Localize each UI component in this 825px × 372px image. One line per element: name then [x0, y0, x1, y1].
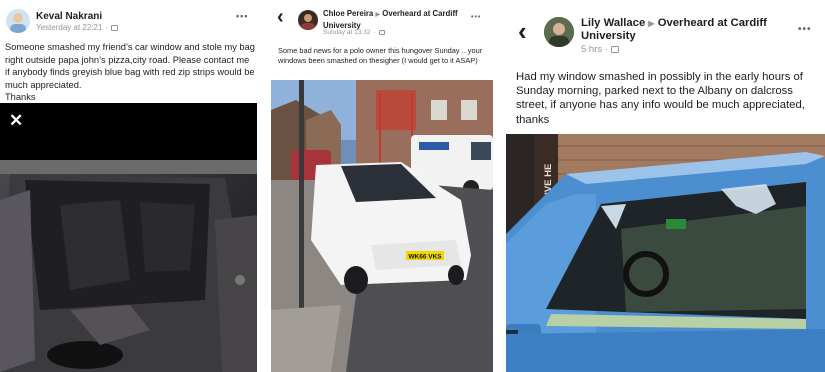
post-card-lily: ‹ Lily Wallace ▶ Overheard at Cardiff Un…: [506, 0, 825, 372]
license-plate-text: WK66 VKS: [408, 254, 442, 261]
street-photo: WK66 VKS: [271, 80, 493, 372]
car-photo: [0, 160, 257, 372]
back-button[interactable]: ‹: [277, 6, 284, 29]
timestamp-link[interactable]: Sunday at 13:32: [323, 29, 370, 36]
close-photo-button[interactable]: ✕: [9, 111, 23, 131]
avatar[interactable]: [298, 10, 318, 30]
post-text: Someone smashed my friend’s car window a…: [5, 42, 255, 102]
timestamp-link[interactable]: Yesterday at 22:21: [36, 23, 102, 32]
car-photo: WATCH THE LIVE HE: [506, 134, 825, 372]
globe-icon: [111, 24, 119, 31]
post-timestamp: 5 hrs ·: [581, 44, 620, 55]
post-header-title: Lily Wallace ▶ Overheard at Cardiff Univ…: [581, 17, 801, 43]
avatar[interactable]: [6, 9, 30, 33]
post-card-chloe: ‹ Chloe Pereira ▶ Overheard at Cardiff U…: [271, 0, 493, 372]
post-timestamp: Yesterday at 22:21 ·: [36, 23, 119, 32]
back-button[interactable]: ‹: [518, 16, 527, 47]
post-text: Some bad news for a polo owner this hung…: [278, 46, 483, 65]
post-timestamp: Sunday at 13:32 ·: [323, 29, 385, 36]
more-options-button[interactable]: •••: [236, 12, 248, 21]
author-name[interactable]: Chloe Pereira: [323, 9, 373, 18]
post-text: Had my window smashed in possibly in the…: [516, 71, 805, 126]
more-options-button[interactable]: •••: [798, 25, 812, 35]
more-options-button[interactable]: •••: [471, 14, 481, 21]
group-icon: [378, 30, 385, 35]
photo-viewer: ✕: [0, 103, 257, 372]
avatar[interactable]: [544, 17, 574, 47]
author-name[interactable]: Lily Wallace: [581, 17, 645, 29]
author-name[interactable]: Keval Nakrani: [36, 11, 102, 22]
post-card-keval: Keval Nakrani Yesterday at 22:21 · ••• S…: [0, 0, 257, 372]
group-icon: [611, 46, 620, 53]
arrow-icon: ▶: [375, 12, 381, 18]
post-header-title: Chloe Pereira ▶ Overheard at Cardiff Uni…: [323, 9, 488, 30]
arrow-icon: ▶: [648, 19, 655, 28]
timestamp-link[interactable]: 5 hrs: [581, 44, 602, 55]
